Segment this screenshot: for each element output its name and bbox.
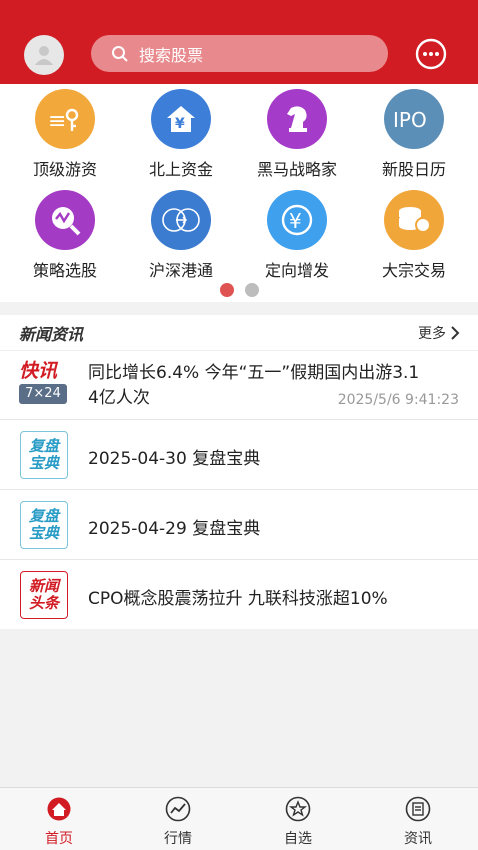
- top-header: 搜索股票: [0, 0, 478, 84]
- news-text: 2025-04-30 复盘宝典: [88, 449, 261, 469]
- news-item[interactable]: 快讯 7×24 同比增长6.4% 今年“五一”假期国内出游3.1 4亿人次 20…: [0, 351, 478, 420]
- news-section-title: 新闻资讯: [19, 324, 84, 344]
- page-indicator[interactable]: [245, 283, 259, 297]
- hk-connect-icon: [151, 190, 211, 250]
- tab-news[interactable]: 资讯: [388, 796, 448, 848]
- tab-label: 首页: [45, 831, 73, 847]
- grid-item-dark-horse[interactable]: 黑马战略家: [242, 89, 352, 180]
- badge-text: 快讯: [19, 360, 58, 382]
- ipo-icon: IPO: [384, 89, 444, 149]
- tab-home[interactable]: 首页: [29, 796, 89, 848]
- news-icon: [405, 796, 431, 822]
- star-icon: [285, 796, 311, 822]
- grid-item-label: 黑马战略家: [256, 160, 337, 179]
- search-bar[interactable]: 搜索股票: [91, 35, 388, 72]
- grid-item-hk-connect[interactable]: 沪深港通: [126, 190, 236, 281]
- grid-item-label: 新股日历: [381, 160, 446, 179]
- tab-label: 自选: [284, 831, 312, 847]
- grid-item-northbound-funds[interactable]: ¥ 北上资金: [126, 89, 236, 180]
- grid-item-label: 北上资金: [148, 160, 213, 179]
- news-item[interactable]: 复盘 宝典 2025-04-30 复盘宝典: [0, 420, 478, 490]
- svg-text:¥: ¥: [289, 209, 302, 233]
- badge-bottom: 宝典: [28, 524, 59, 542]
- grid-item-label: 策略选股: [32, 261, 97, 280]
- badge-bottom: 头条: [28, 594, 59, 612]
- flash-news-badge: 快讯 7×24: [19, 360, 69, 404]
- tab-market[interactable]: 行情: [148, 796, 208, 848]
- home-icon: [47, 797, 71, 821]
- svg-text:≡: ≡: [48, 109, 66, 134]
- headline-badge: 新闻 头条: [20, 571, 68, 619]
- bottom-nav: 首页 行情 自选 资讯: [0, 787, 478, 850]
- page-indicator-active[interactable]: [220, 283, 234, 297]
- grid-item-private-placement[interactable]: ¥ 定向增发: [242, 190, 352, 281]
- svg-text:IPO: IPO: [393, 108, 427, 130]
- badge-top: 复盘: [28, 507, 59, 525]
- coin-stack-icon: [384, 190, 444, 250]
- search-placeholder: 搜索股票: [139, 45, 204, 65]
- grid-item-label: 大宗交易: [381, 261, 446, 280]
- svg-text:¥: ¥: [175, 116, 185, 132]
- news-item[interactable]: 复盘 宝典 2025-04-29 复盘宝典: [0, 490, 478, 560]
- market-chart-icon: [165, 796, 191, 822]
- user-icon: [35, 46, 53, 65]
- tab-watchlist[interactable]: 自选: [268, 796, 328, 848]
- search-icon: [112, 45, 128, 62]
- chevron-right-icon: [451, 325, 460, 340]
- grid-item-strategy-picker[interactable]: 策略选股: [10, 190, 120, 281]
- more-label: 更多: [418, 325, 446, 342]
- badge-top: 复盘: [28, 437, 59, 455]
- news-header: 新闻资讯 更多: [0, 315, 478, 351]
- badge-bottom: 宝典: [28, 454, 59, 472]
- chat-icon[interactable]: [414, 37, 448, 71]
- avatar[interactable]: [24, 35, 64, 75]
- chart-search-icon: [35, 190, 95, 250]
- news-item[interactable]: 新闻 头条 CPO概念股震荡拉升 九联科技涨超10%: [0, 560, 478, 629]
- news-text: 2025-04-29 复盘宝典: [88, 519, 261, 539]
- news-text: CPO概念股震荡拉升 九联科技涨超10%: [88, 589, 388, 609]
- yuan-circle-icon: ¥: [267, 190, 327, 250]
- badge-top: 新闻: [28, 577, 59, 595]
- quick-entry-panel: ≡ 顶级游资 ¥ 北上资金 黑马战略家 IPO 新股日历 策略选股 沪深港通 ¥: [0, 84, 478, 302]
- grid-item-ipo-calendar[interactable]: IPO 新股日历: [359, 89, 469, 180]
- money-bag-icon: ≡: [35, 89, 95, 149]
- badge-subtext: 7×24: [19, 384, 67, 404]
- tab-label: 行情: [164, 831, 192, 847]
- news-section: 新闻资讯 更多 快讯 7×24 同比增长6.4% 今年“五一”假期国内出游3.1…: [0, 315, 478, 629]
- grid-item-label: 顶级游资: [32, 160, 97, 179]
- review-badge: 复盘 宝典: [20, 431, 68, 479]
- tab-label: 资讯: [404, 831, 432, 847]
- more-link[interactable]: 更多: [418, 323, 460, 343]
- grid-item-block-trade[interactable]: 大宗交易: [359, 190, 469, 281]
- grid-item-label: 沪深港通: [148, 261, 213, 280]
- chess-knight-icon: [267, 89, 327, 149]
- news-time: 2025/5/6 9:41:23: [337, 392, 459, 408]
- yuan-house-icon: ¥: [151, 89, 211, 149]
- grid-item-label: 定向增发: [264, 261, 329, 280]
- review-badge: 复盘 宝典: [20, 501, 68, 549]
- news-text-line1: 同比增长6.4% 今年“五一”假期国内出游3.1: [88, 363, 420, 383]
- grid-item-top-hot-money[interactable]: ≡ 顶级游资: [10, 89, 120, 180]
